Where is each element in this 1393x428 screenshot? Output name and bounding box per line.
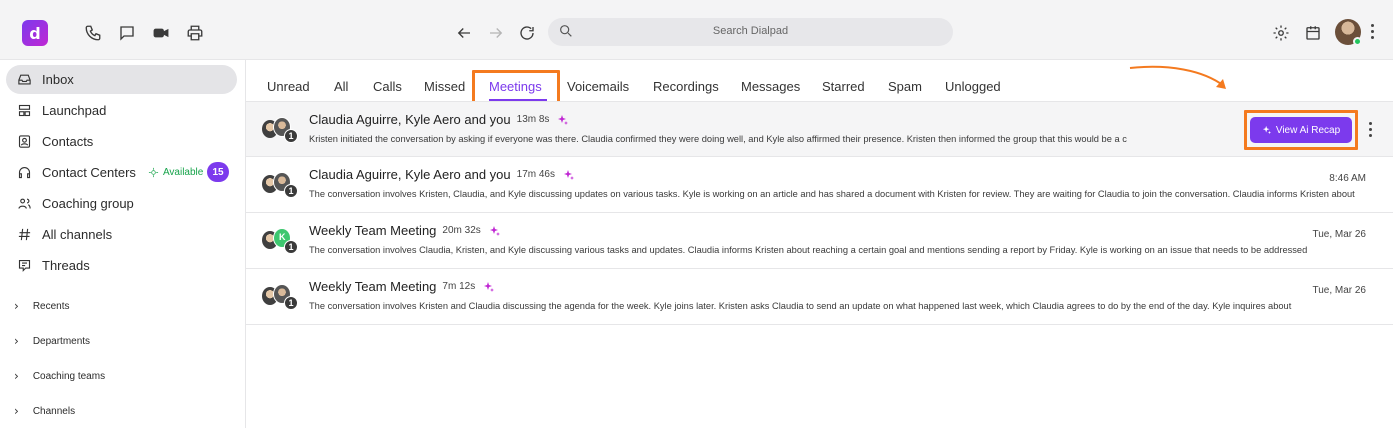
conversation-duration: 13m 8s	[516, 114, 550, 125]
top-bar: d Search Dialpad	[0, 0, 1393, 60]
more-options-icon[interactable]	[1369, 24, 1375, 40]
threads-icon	[16, 258, 32, 274]
ai-sparkle-icon	[489, 225, 501, 237]
printer-icon[interactable]	[184, 22, 206, 44]
chevron-right-icon: ›	[14, 369, 19, 383]
conversation-summary: The conversation involves Claudia, Krist…	[309, 245, 1308, 255]
sidebar-item-contacts[interactable]: Contacts	[6, 127, 237, 156]
chevron-right-icon: ›	[14, 299, 19, 313]
tab-voicemails[interactable]: Voicemails	[567, 79, 629, 94]
sidebar-item-label: Threads	[42, 258, 90, 273]
conversation-summary: Kristen initiated the conversation by as…	[309, 134, 1127, 144]
chevron-right-icon: ›	[14, 404, 19, 418]
conversation-row[interactable]: 1 Claudia Aguirre, Kyle Aero and you 17m…	[246, 157, 1393, 213]
tab-missed[interactable]: Missed	[424, 79, 465, 94]
refresh-icon[interactable]	[516, 22, 538, 44]
sidebar-item-coaching-group[interactable]: Coaching group	[6, 189, 237, 218]
inbox-icon	[16, 72, 32, 88]
conversation-duration: 7m 12s	[442, 281, 476, 292]
conversation-row[interactable]: 1 Weekly Team Meeting 7m 12s Tue, Mar 26…	[246, 269, 1393, 325]
conversation-title: Weekly Team Meeting 20m 32s	[309, 223, 501, 238]
conversation-time: 8:46 AM	[1329, 173, 1366, 184]
sidebar-item-label: Contact Centers	[42, 165, 136, 180]
participant-count-badge: 1	[284, 296, 298, 310]
recap-button-highlight	[1244, 110, 1358, 150]
conversation-title: Claudia Aguirre, Kyle Aero and you 17m 4…	[309, 167, 575, 182]
conversation-duration: 20m 32s	[442, 225, 481, 236]
conversation-title: Claudia Aguirre, Kyle Aero and you 13m 8…	[309, 112, 569, 127]
inbox-main-panel: Unread All Calls Missed Meetings Voicema…	[245, 60, 1393, 428]
participant-count-badge: 1	[284, 240, 298, 254]
annotation-arrow-icon	[1129, 65, 1226, 89]
launchpad-icon	[16, 103, 32, 119]
search-bar[interactable]: Search Dialpad	[548, 18, 953, 46]
phone-icon[interactable]	[82, 22, 104, 44]
conversation-row[interactable]: 1 Claudia Aguirre, Kyle Aero and you 13m…	[246, 101, 1393, 157]
sidebar-item-label: Inbox	[42, 72, 74, 87]
user-avatar[interactable]	[1335, 19, 1362, 46]
conversation-time: Tue, Mar 26	[1312, 229, 1366, 240]
participant-count-badge: 1	[284, 129, 298, 143]
tab-starred[interactable]: Starred	[822, 79, 865, 94]
chat-icon[interactable]	[116, 22, 138, 44]
sidebar-item-label: Coaching group	[42, 196, 134, 211]
tab-recordings[interactable]: Recordings	[653, 79, 719, 94]
conversation-duration: 17m 46s	[516, 169, 555, 180]
search-placeholder: Search Dialpad	[712, 25, 789, 37]
ai-sparkle-icon	[563, 169, 575, 181]
conversation-summary: The conversation involves Kristen, Claud…	[309, 189, 1355, 199]
sidebar-item-label: All channels	[42, 227, 113, 242]
calendar-icon[interactable]	[1302, 22, 1324, 44]
online-status-dot	[1353, 37, 1362, 46]
forward-arrow-icon[interactable]	[485, 22, 507, 44]
section-coaching-teams[interactable]: › Coaching teams	[14, 369, 105, 383]
dialpad-logo[interactable]: d	[22, 20, 48, 46]
settings-icon[interactable]	[1270, 22, 1292, 44]
sidebar-item-launchpad[interactable]: Launchpad	[6, 96, 237, 125]
conversation-title: Weekly Team Meeting 7m 12s	[309, 279, 495, 294]
contact-centers-count-badge: 15	[207, 162, 229, 182]
sidebar-item-inbox[interactable]: Inbox	[6, 65, 237, 94]
row-more-options-icon[interactable]	[1367, 122, 1373, 138]
tab-unread[interactable]: Unread	[267, 79, 310, 94]
tab-messages[interactable]: Messages	[741, 79, 800, 94]
section-recents[interactable]: › Recents	[14, 299, 70, 313]
ai-sparkle-icon	[557, 114, 569, 126]
sidebar-item-contact-centers[interactable]: Contact Centers Available 15	[6, 158, 237, 187]
tab-spam[interactable]: Spam	[888, 79, 922, 94]
availability-status[interactable]: Available	[148, 167, 203, 178]
contacts-icon	[16, 134, 32, 150]
availability-icon	[148, 167, 159, 178]
video-icon[interactable]	[150, 22, 172, 44]
section-channels[interactable]: › Channels	[14, 404, 75, 418]
tab-all[interactable]: All	[334, 79, 348, 94]
section-departments[interactable]: › Departments	[14, 334, 90, 348]
headset-icon	[16, 165, 32, 181]
sidebar-item-label: Contacts	[42, 134, 94, 149]
ai-sparkle-icon	[483, 281, 495, 293]
conversation-row[interactable]: 1 Weekly Team Meeting 20m 32s Tue, Mar 2…	[246, 213, 1393, 269]
tab-calls[interactable]: Calls	[373, 79, 402, 94]
conversation-summary: The conversation involves Kristen and Cl…	[309, 301, 1292, 311]
sidebar: Inbox Launchpad Contacts Contact Centers…	[0, 60, 243, 428]
back-arrow-icon[interactable]	[453, 22, 475, 44]
chevron-right-icon: ›	[14, 334, 19, 348]
sidebar-item-label: Launchpad	[42, 103, 107, 118]
conversation-time: Tue, Mar 26	[1312, 285, 1366, 296]
group-icon	[16, 196, 32, 212]
hash-icon	[16, 227, 32, 243]
tab-unlogged[interactable]: Unlogged	[945, 79, 1001, 94]
sidebar-item-all-channels[interactable]: All channels	[6, 220, 237, 249]
participant-count-badge: 1	[284, 184, 298, 198]
sidebar-item-threads[interactable]: Threads	[6, 251, 237, 280]
